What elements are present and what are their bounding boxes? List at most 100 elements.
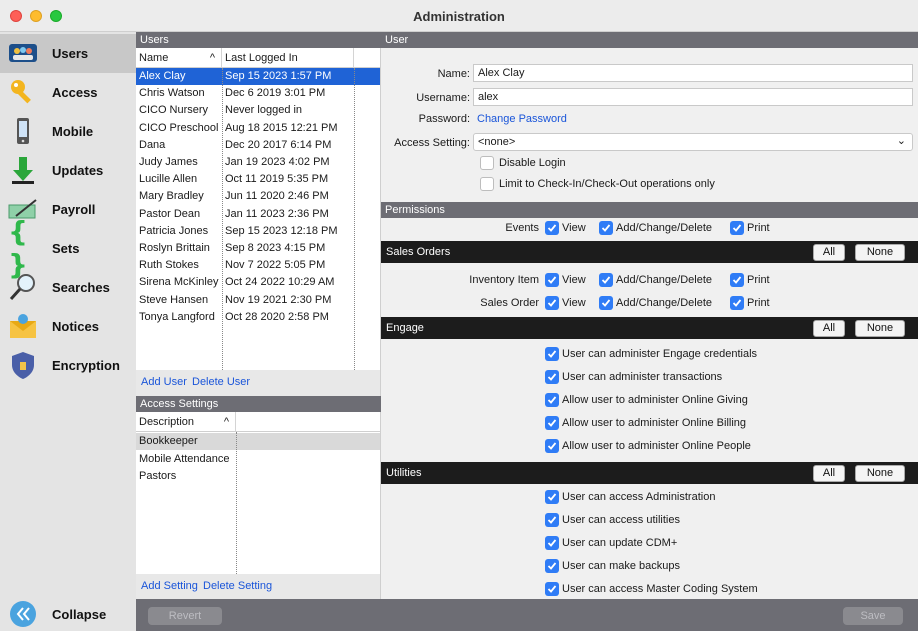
sales-order-print-label: Print — [747, 297, 770, 309]
sidebar-item-searches[interactable]: Searches — [0, 268, 136, 307]
table-row[interactable]: Ruth Stokes Nov 7 2022 5:05 PM — [136, 257, 380, 274]
delete-user-link[interactable]: Delete User — [192, 376, 250, 388]
engage-permission-checkbox[interactable] — [545, 439, 559, 453]
utilities-none-button[interactable]: None — [855, 465, 905, 482]
table-row[interactable]: Tonya Langford Oct 28 2020 2:58 PM — [136, 309, 380, 326]
add-user-link[interactable]: Add User — [141, 376, 187, 388]
sidebar-item-notices[interactable]: Notices — [0, 307, 136, 346]
table-row[interactable]: CICO Nursery Never logged in — [136, 102, 380, 119]
table-row[interactable]: Sirena McKinley Oct 24 2022 10:29 AM — [136, 274, 380, 291]
engage-permission-checkbox[interactable] — [545, 347, 559, 361]
sidebar-item-mobile[interactable]: Mobile — [0, 112, 136, 151]
engage-none-button[interactable]: None — [855, 320, 905, 337]
limit-checkin-checkbox[interactable] — [480, 177, 494, 191]
events-print-checkbox[interactable] — [730, 221, 744, 235]
utilities-permission-checkbox[interactable] — [545, 559, 559, 573]
table-row[interactable]: CICO Preschool Aug 18 2015 12:21 PM — [136, 120, 380, 137]
limit-checkin-label: Limit to Check-In/Check-Out operations o… — [499, 178, 715, 190]
sales-order-add-checkbox[interactable] — [599, 296, 613, 310]
users-icon — [8, 38, 38, 68]
inventory-add-label: Add/Change/Delete — [616, 274, 713, 286]
engage-permission-checkbox[interactable] — [545, 393, 559, 407]
sidebar-item-label: Users — [52, 46, 89, 61]
table-row[interactable]: Mary Bradley Jun 11 2020 2:46 PM — [136, 188, 380, 205]
inventory-view-checkbox[interactable] — [545, 273, 559, 287]
utilities-permission-label: User can update CDM+ — [562, 537, 678, 549]
utilities-permission-checkbox[interactable] — [545, 582, 559, 596]
column-header-spare — [236, 412, 380, 432]
sidebar-item-label: Sets — [52, 241, 80, 256]
download-arrow-icon — [8, 155, 38, 185]
utilities-permission-checkbox[interactable] — [545, 536, 559, 550]
sidebar-item-encryption[interactable]: Encryption — [0, 346, 136, 385]
table-row[interactable]: Bookkeeper — [136, 433, 380, 450]
table-row[interactable]: Alex Clay Sep 15 2023 1:57 PM — [136, 68, 380, 85]
sales-none-button[interactable]: None — [855, 244, 905, 261]
access-settings-table[interactable]: Description ^ Bookkeeper Mobile Attendanc… — [136, 412, 381, 574]
events-view-checkbox[interactable] — [545, 221, 559, 235]
collapse-button[interactable]: Collapse — [0, 595, 136, 631]
sidebar-item-label: Searches — [52, 280, 110, 295]
disable-login-checkbox[interactable] — [480, 156, 494, 170]
last-logged-in-cell: Sep 8 2023 4:15 PM — [225, 242, 326, 254]
username-field[interactable]: alex — [473, 88, 913, 106]
inventory-add-checkbox[interactable] — [599, 273, 613, 287]
delete-setting-link[interactable]: Delete Setting — [203, 580, 272, 592]
utilities-permission-checkbox[interactable] — [545, 513, 559, 527]
user-detail-panel: User Name: Alex Clay Username: alex Pass… — [381, 32, 918, 599]
inventory-item-label: Inventory Item — [469, 274, 539, 286]
table-row[interactable]: Pastors — [136, 468, 380, 485]
sidebar-item-access[interactable]: Access — [0, 73, 136, 112]
sales-order-print-checkbox[interactable] — [730, 296, 744, 310]
sidebar-item-updates[interactable]: Updates — [0, 151, 136, 190]
save-button[interactable]: Save — [843, 607, 903, 625]
table-row[interactable]: Steve Hansen Nov 19 2021 2:30 PM — [136, 292, 380, 309]
engage-permission-checkbox[interactable] — [545, 370, 559, 384]
table-row[interactable]: Pastor Dean Jan 11 2023 2:36 PM — [136, 206, 380, 223]
user-name-cell: Judy James — [139, 156, 198, 168]
inventory-print-label: Print — [747, 274, 770, 286]
table-row[interactable]: Patricia Jones Sep 15 2023 12:18 PM — [136, 223, 380, 240]
events-add-checkbox[interactable] — [599, 221, 613, 235]
sales-all-button[interactable]: All — [813, 244, 845, 261]
table-row[interactable]: Lucille Allen Oct 11 2019 5:35 PM — [136, 171, 380, 188]
utilities-title: Utilities — [386, 467, 422, 479]
column-header-description[interactable]: Description ^ — [136, 412, 236, 432]
events-add-label: Add/Change/Delete — [616, 222, 713, 234]
table-row[interactable]: Judy James Jan 19 2023 4:02 PM — [136, 154, 380, 171]
user-name-cell: Dana — [139, 138, 166, 151]
user-name-cell: Steve Hansen — [139, 293, 209, 306]
permissions-header: Permissions — [381, 202, 918, 218]
user-name-cell: Alex Clay — [139, 70, 186, 82]
users-table[interactable]: Name ^ Last Logged In Alex Clay Sep 15 20… — [136, 48, 381, 370]
user-name-cell: CICO Preschool — [139, 121, 219, 134]
table-row[interactable]: Roslyn Brittain Sep 8 2023 4:15 PM — [136, 240, 380, 257]
user-name-cell: Mary Bradley — [139, 190, 204, 203]
column-header-last-logged-in[interactable]: Last Logged In — [222, 48, 354, 68]
table-row[interactable]: Mobile Attendance — [136, 451, 380, 468]
name-field[interactable]: Alex Clay — [473, 64, 913, 82]
user-name-cell: Patricia Jones — [139, 224, 209, 237]
engage-all-button[interactable]: All — [813, 320, 845, 337]
users-panel-header: Users — [136, 32, 381, 48]
sales-order-view-checkbox[interactable] — [545, 296, 559, 310]
utilities-all-button[interactable]: All — [813, 465, 845, 482]
inventory-print-checkbox[interactable] — [730, 273, 744, 287]
chevrons-left-icon — [8, 599, 38, 629]
utilities-permission-checkbox[interactable] — [545, 490, 559, 504]
change-password-link[interactable]: Change Password — [477, 113, 567, 125]
engage-permission-checkbox[interactable] — [545, 416, 559, 430]
access-setting-select[interactable]: <none> ⌄ — [473, 133, 913, 151]
revert-button[interactable]: Revert — [148, 607, 222, 625]
table-row[interactable]: Dana Dec 20 2017 6:14 PM — [136, 137, 380, 154]
table-row[interactable]: Chris Watson Dec 6 2019 3:01 PM — [136, 85, 380, 102]
column-header-name[interactable]: Name ^ — [136, 48, 222, 68]
events-label: Events — [505, 222, 539, 234]
add-setting-link[interactable]: Add Setting — [141, 580, 198, 592]
sidebar-item-users[interactable]: Users — [0, 34, 136, 73]
last-logged-in-cell: Sep 15 2023 1:57 PM — [225, 70, 332, 82]
sidebar-item-sets[interactable]: { } Sets — [0, 215, 136, 281]
column-header-name-label: Name — [139, 52, 169, 64]
envelope-icon — [8, 311, 38, 341]
access-setting-description-cell: Pastors — [139, 470, 177, 482]
